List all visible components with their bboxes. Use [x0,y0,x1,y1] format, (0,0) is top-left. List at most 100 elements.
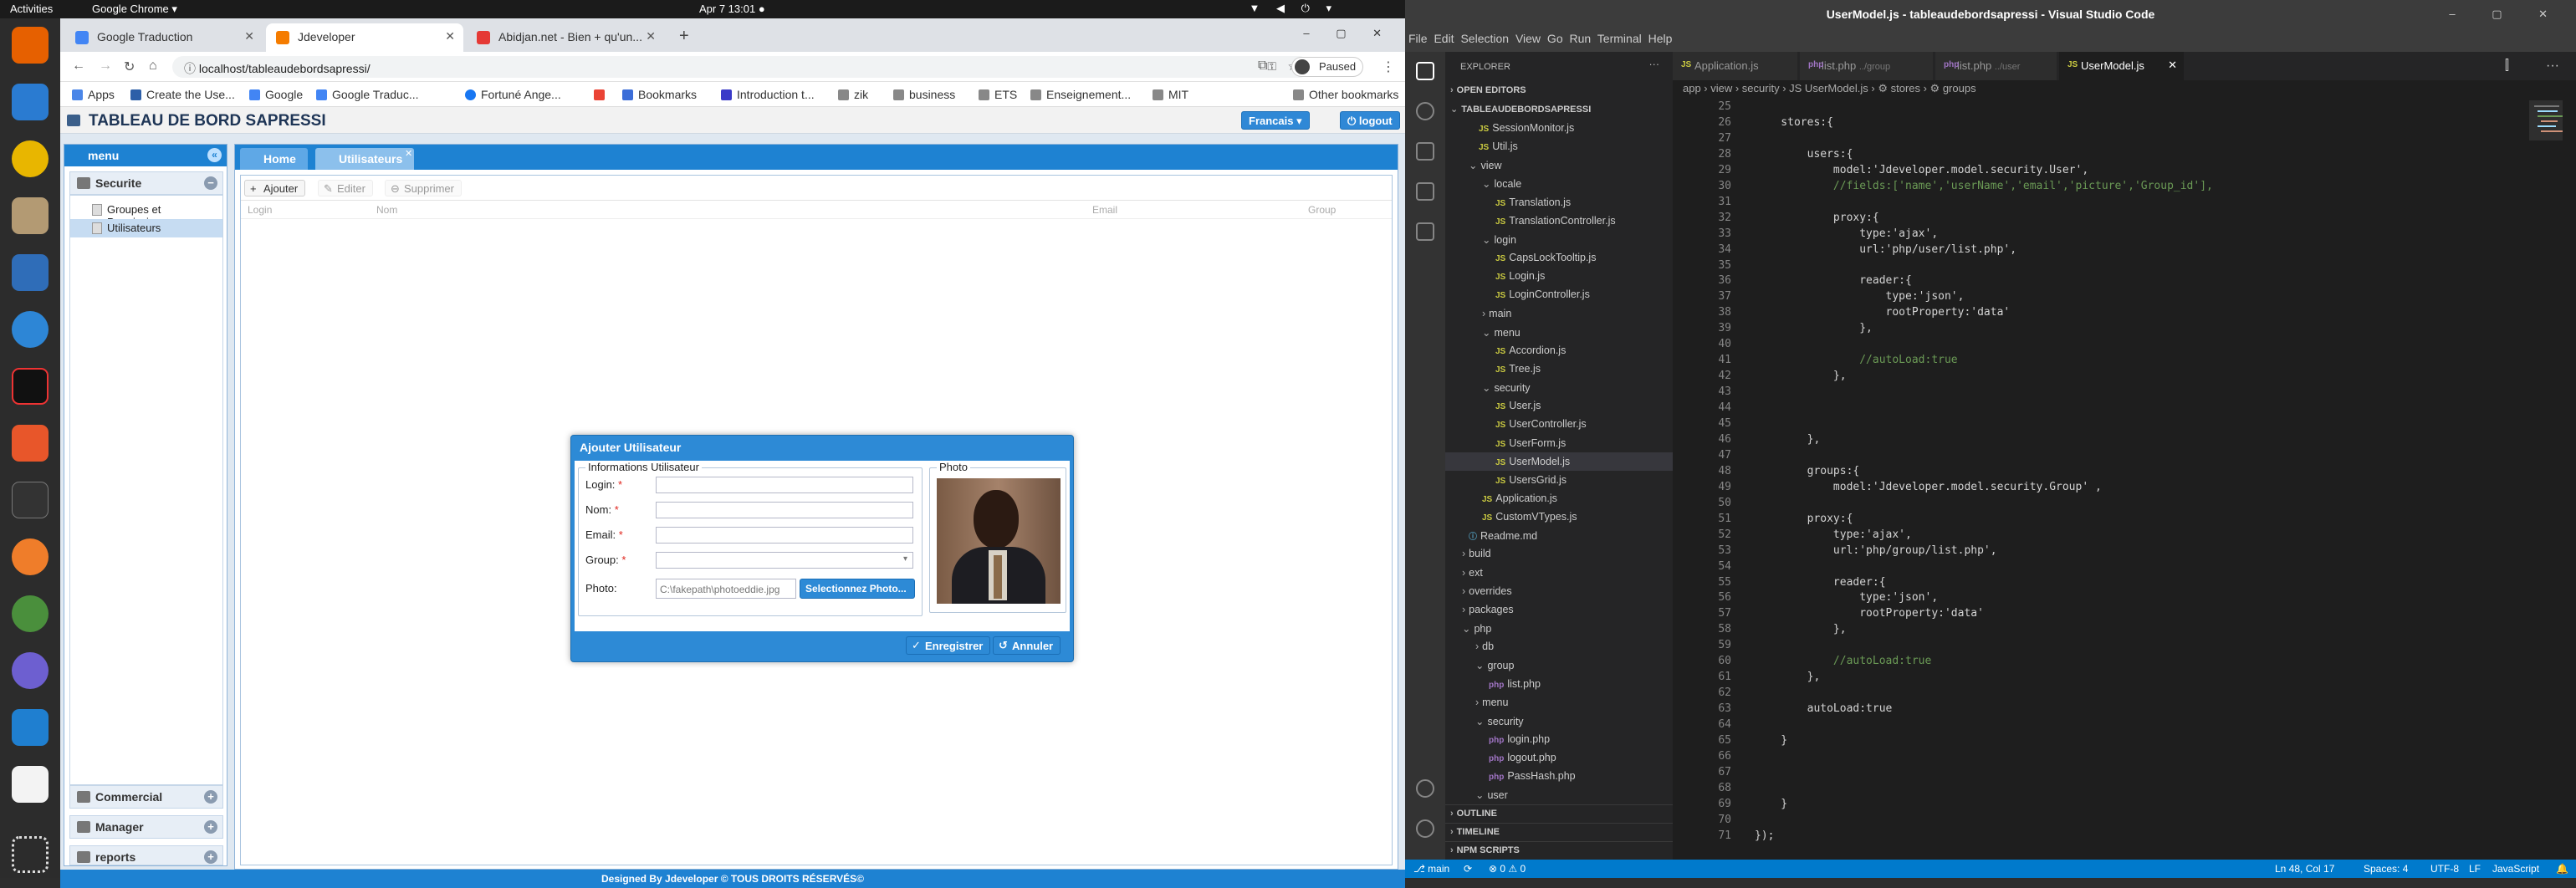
network-icon[interactable] [12,652,49,689]
encoding[interactable]: UTF-8 [2430,863,2459,875]
gear-icon[interactable] [1416,819,1434,838]
language-button[interactable]: Francais ▾ [1241,111,1310,130]
system-tray[interactable]: ▼ ◀ ⏻ ▾ [1249,2,1338,15]
tree-folder[interactable]: › ext [1445,564,1673,582]
editor-tab-user-list[interactable]: php list.php ../user [1935,52,2057,80]
terminal-icon[interactable] [12,482,49,518]
code-line[interactable]: type:'json', [1755,591,1938,604]
code-line[interactable]: reader:{ [1755,274,1912,287]
tab-abidjan[interactable]: Abidjan.net - Bien + qu'un... ✕ [467,23,664,52]
timeline-section[interactable]: › TIMELINE [1445,823,1673,841]
close-icon[interactable]: ✕ [405,148,412,159]
code-line[interactable]: //autoLoad:true [1755,354,1957,366]
source-control-icon[interactable] [1416,142,1434,161]
tree-file[interactable]: php PassHash.php [1445,767,1673,785]
code-line[interactable]: autoLoad:true [1755,702,1893,715]
tree-folder[interactable]: › build [1445,544,1673,563]
new-tab-icon[interactable]: + [679,27,689,46]
code-line[interactable]: //fields:['name','userName','email','pic… [1755,180,2213,192]
group-select[interactable]: ▾ [656,552,913,569]
tree-file[interactable]: JS Tree.js [1445,360,1673,378]
close-icon[interactable]: ✕ [2168,59,2177,72]
accordion-reports[interactable]: reports + [69,845,223,865]
back-icon[interactable]: ← [72,59,85,74]
search-icon[interactable] [1416,102,1434,120]
collapse-icon[interactable]: « [207,148,222,162]
add-button[interactable]: + Ajouter [244,180,306,196]
tree-folder[interactable]: › menu [1445,693,1673,712]
extensions-icon[interactable]: ⧉ [1258,59,1267,74]
tree-file[interactable]: JS UserModel.js [1445,452,1673,471]
close-icon[interactable]: ✕ [445,29,455,43]
bookmark-other[interactable]: Other bookmarks [1293,88,1398,101]
tree-folder[interactable]: ⌄ view [1445,156,1673,174]
tree-folder[interactable]: ⌄ php [1445,619,1673,637]
tree-folder[interactable]: ⌄ security [1445,378,1673,396]
line-endings[interactable]: LF [2469,863,2481,875]
info-icon[interactable]: ⓘ [184,62,196,75]
git-branch[interactable]: ⎇ main [1413,863,1449,875]
bookmark-google[interactable]: Google [249,88,303,101]
project-section[interactable]: ⌄ TABLEAUDEBORDSAPRESSI [1445,100,1673,119]
tree-file[interactable]: php list.php [1445,675,1673,693]
code-line[interactable]: } [1755,734,1787,747]
cancel-button[interactable]: ↺ Annuler [993,636,1061,655]
url-input[interactable]: ⓘ localhost/tableaudebordsapressi/ ☆ ⚿ [172,56,1310,78]
chevron-down-icon[interactable]: ▾ [903,554,907,564]
editor-tab-usermodel[interactable]: JS UserModel.js ✕ [2059,52,2185,80]
tree-file[interactable]: php logout.php [1445,748,1673,767]
bookmark-zik[interactable]: zik [838,88,868,101]
login-input[interactable] [656,477,913,493]
tree-item-groupes[interactable]: Groupes et Permissions [70,201,222,228]
code-line[interactable]: proxy:{ [1755,212,1879,224]
code-line[interactable]: groups:{ [1755,465,1860,477]
thunderbird-icon[interactable] [12,84,49,120]
email-input[interactable] [656,527,913,544]
tree-file[interactable]: JS SessionMonitor.js [1445,119,1673,137]
col-nom[interactable]: Nom [376,204,397,216]
sync-icon[interactable]: ⟳ [1464,863,1472,875]
bookmark-ets[interactable]: ETS [979,88,1017,101]
col-group[interactable]: Group [1308,204,1336,216]
chrome-icon[interactable] [12,595,49,632]
extensions-icon[interactable] [1416,222,1434,241]
code-line[interactable]: } [1755,798,1787,810]
profile-button[interactable]: Paused [1291,57,1364,77]
tree-file[interactable]: JS Accordion.js [1445,341,1673,360]
cursor-position[interactable]: Ln 48, Col 17 [2275,863,2334,875]
files-icon[interactable] [12,197,49,234]
code-line[interactable]: //autoLoad:true [1755,655,1931,667]
delete-button[interactable]: ⊖ Supprimer [385,180,462,196]
code-line[interactable]: }, [1755,370,1847,382]
minimap[interactable] [2526,100,2576,858]
tree-file[interactable]: JS UserController.js [1445,415,1673,433]
bookmark-apps[interactable]: Apps [72,88,115,101]
tree-folder[interactable]: ⌄ locale [1445,174,1673,192]
code-line[interactable]: reader:{ [1755,576,1886,589]
window-controls[interactable]: – ▢ ✕ [1303,27,1393,40]
code-line[interactable]: }, [1755,322,1873,334]
tree-folder[interactable]: ⌄ login [1445,230,1673,248]
select-photo-button[interactable]: Selectionnez Photo... [800,579,915,599]
nom-input[interactable] [656,502,913,518]
tree-file[interactable]: JS UserForm.js [1445,434,1673,452]
menu-icon[interactable]: ⋮ [1382,59,1395,75]
code-line[interactable]: }, [1755,623,1847,635]
bookmark-google-traduc[interactable]: Google Traduc... [316,88,419,101]
bookmark-bookmarks[interactable]: Bookmarks [622,88,697,101]
col-login[interactable]: Login [248,204,272,216]
tree-file[interactable]: php login.php [1445,730,1673,748]
plus-icon[interactable]: + [204,820,217,834]
bookmark-create-the-use[interactable]: Create the Use... [130,88,235,101]
app-menu[interactable]: Google Chrome ▾ [92,3,177,16]
split-editor-icon[interactable]: ⫿ [2505,59,2509,74]
tree-file[interactable]: ⓘ Readme.md [1445,526,1673,544]
open-editors-section[interactable]: › OPEN EDITORS [1445,82,1673,100]
code-line[interactable]: url:'php/group/list.php', [1755,544,1997,557]
code-line[interactable]: stores:{ [1755,116,1833,129]
breadcrumb[interactable]: app › view › security › JS UserModel.js … [1683,82,1976,95]
code-line[interactable]: }, [1755,433,1821,446]
rhythmbox-icon[interactable] [12,140,49,177]
tree-folder[interactable]: › main [1445,304,1673,323]
outline-section[interactable]: › OUTLINE [1445,804,1673,823]
